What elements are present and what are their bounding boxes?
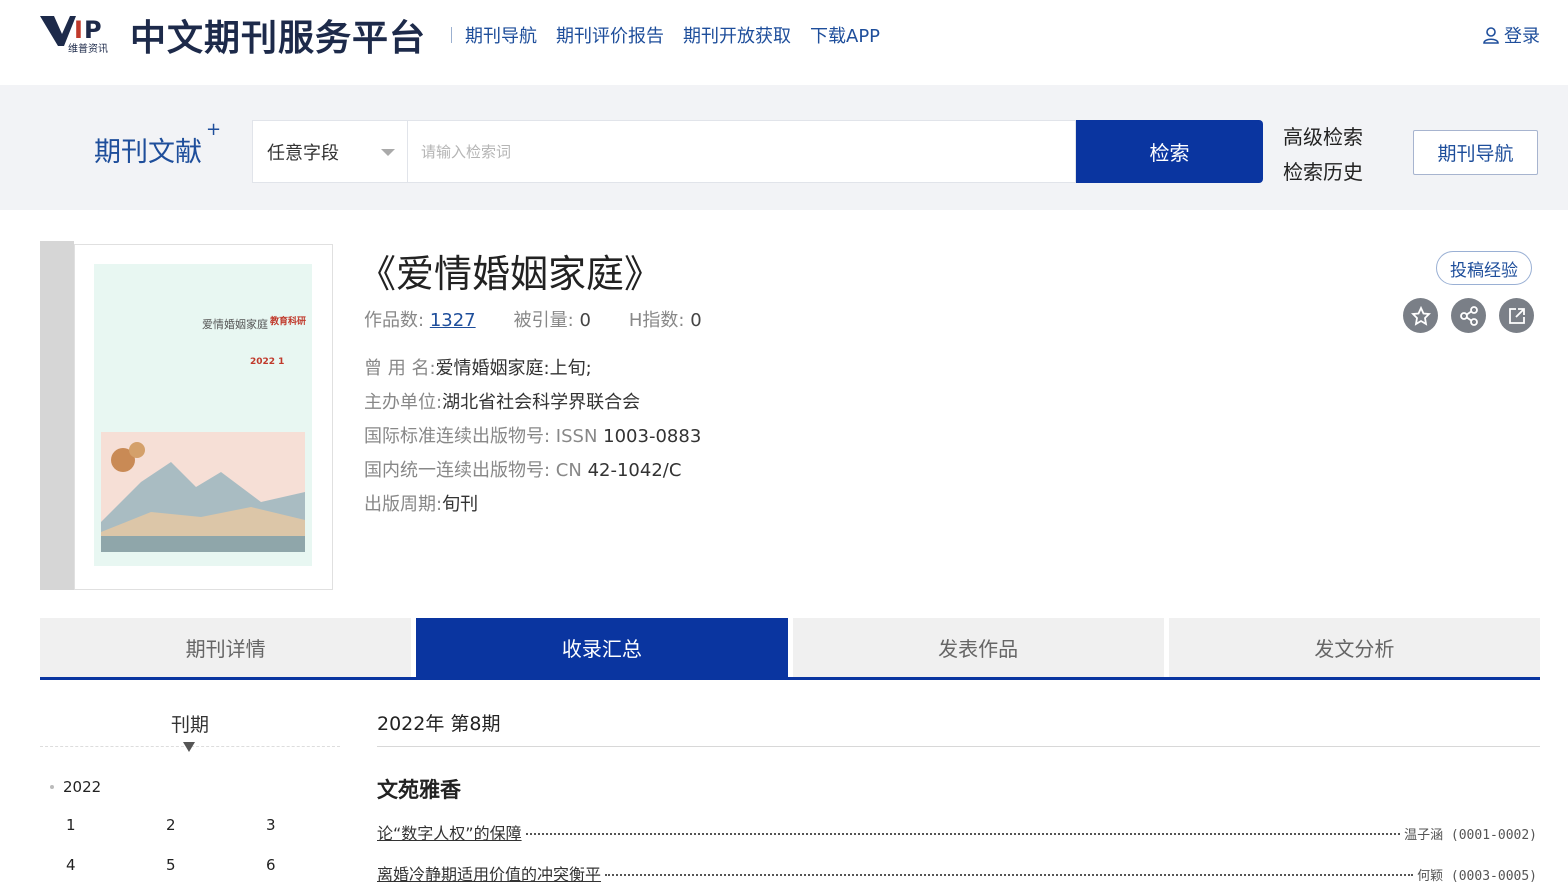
works-count: 作品数: 1327 [364,310,476,331]
share-icon[interactable] [1451,298,1486,333]
submission-experience-button[interactable]: 投稿经验 [1436,251,1532,285]
search-band: 期刊文献 + 任意字段 检索 高级检索 检索历史 期刊导航 [0,85,1568,210]
tab-indexing-summary[interactable]: 收录汇总 [416,618,788,677]
nav-open-access[interactable]: 期刊开放获取 [683,22,791,48]
journal-navigation-button[interactable]: 期刊导航 [1413,130,1538,175]
cover-title: 爱情婚姻家庭 [202,318,268,331]
issue-number[interactable]: 4 [66,856,166,874]
h-index: H指数: 0 [628,310,702,331]
issue-number[interactable]: 1 [66,816,166,834]
meta-former-name: 曾 用 名:爱情婚姻家庭:上旬; [364,358,592,379]
advanced-search-link[interactable]: 高级检索 [1283,121,1363,150]
tab-publication-analysis[interactable]: 发文分析 [1168,618,1540,677]
field-select[interactable]: 任意字段 [253,121,408,182]
cover-landscape-art [101,432,305,552]
search-input[interactable] [409,121,1075,182]
contents-divider [377,746,1540,747]
cover-year: 2022 1 [250,357,285,367]
nav-journal-navigation[interactable]: 期刊导航 [465,22,537,48]
search-box: 任意字段 [252,120,1076,183]
article-author: 温子涵 (0001-0002) [1404,828,1537,843]
issue-label: 刊期 [170,714,209,736]
title-divider [451,27,452,43]
login-label: 登录 [1504,26,1540,47]
platform-title: 中文期刊服务平台 [130,18,427,59]
nav-journal-evaluation[interactable]: 期刊评价报告 [556,22,664,48]
svg-text:P: P [84,16,102,44]
journal-stats: 作品数: 1327 被引量: 0 H指数: 0 [364,306,702,332]
issue-number[interactable]: 2 [166,816,266,834]
advanced-links: 高级检索 检索历史 [1283,121,1363,185]
meta-sponsor: 主办单位:湖北省社会科学界联合会 [364,392,641,413]
leader-dots [525,833,1401,835]
bullet-icon [50,785,54,789]
leader-dots [605,874,1414,876]
cover-badge: 教育科研 [270,317,307,327]
article-title-link[interactable]: 离婚冷静期适用价值的冲突衡平 [377,861,601,885]
journal-title: 《爱情婚姻家庭》 [358,252,663,296]
article-author: 何颖 (0003-0005) [1417,869,1537,884]
journal-cover: 爱情婚姻家庭 教育科研 2022 1 [40,241,333,590]
cover-image: 爱情婚姻家庭 教育科研 2022 1 [94,264,312,566]
article-row: 论“数字人权”的保障 温子涵 (0001-0002) [377,820,1537,844]
tab-journal-details[interactable]: 期刊详情 [40,618,412,677]
search-history-link[interactable]: 检索历史 [1283,156,1363,185]
external-link-icon[interactable] [1499,298,1534,333]
current-issue-title: 2022年 第8期 [377,713,501,735]
top-nav: 期刊导航 期刊评价报告 期刊开放获取 下载APP [465,22,880,48]
action-icons [1403,298,1534,333]
svg-text:I: I [74,16,83,44]
meta-issn: 国际标准连续出版物号: ISSN 1003-0883 [364,426,702,447]
meta-cn: 国内统一连续出版物号: CN 42-1042/C [364,460,682,481]
nav-download-app[interactable]: 下载APP [810,22,880,48]
star-icon[interactable] [1403,298,1438,333]
section-title: 文苑雅香 [377,778,461,802]
issue-number[interactable]: 3 [266,816,366,834]
field-select-value: 任意字段 [267,142,339,164]
year-item-2022[interactable]: 2022 [50,778,101,796]
works-count-link[interactable]: 1327 [430,310,476,331]
vip-logo[interactable]: I P 维普资讯 [40,12,120,56]
chevron-down-icon [381,149,395,156]
cited-count: 被引量: 0 [513,310,591,331]
search-scope[interactable]: 期刊文献 [94,130,202,169]
journal-meta: 曾 用 名:爱情婚姻家庭:上旬; 主办单位:湖北省社会科学界联合会 国际标准连续… [364,354,701,516]
caret-down-icon [183,742,195,752]
meta-frequency: 出版周期:旬刊 [364,494,479,515]
scope-plus-icon[interactable]: + [206,119,221,140]
article-row: 离婚冷静期适用价值的冲突衡平 何颖 (0003-0005) [377,861,1537,885]
issue-number[interactable]: 6 [266,856,366,874]
login-link[interactable]: 登录 [1482,22,1540,48]
cover-shadow [40,241,74,590]
svg-text:维普资讯: 维普资讯 [68,42,108,55]
search-button[interactable]: 检索 [1076,120,1263,183]
user-icon [1483,27,1499,44]
issue-number-grid: 1 2 3 4 5 6 [66,816,366,874]
tab-published-works[interactable]: 发表作品 [792,618,1164,677]
article-title-link[interactable]: 论“数字人权”的保障 [377,820,522,844]
journal-tabs: 期刊详情 收录汇总 发表作品 发文分析 [40,618,1540,680]
issue-number[interactable]: 5 [166,856,266,874]
top-header: I P 维普资讯 中文期刊服务平台 期刊导航 期刊评价报告 期刊开放获取 下载A… [0,0,1568,85]
